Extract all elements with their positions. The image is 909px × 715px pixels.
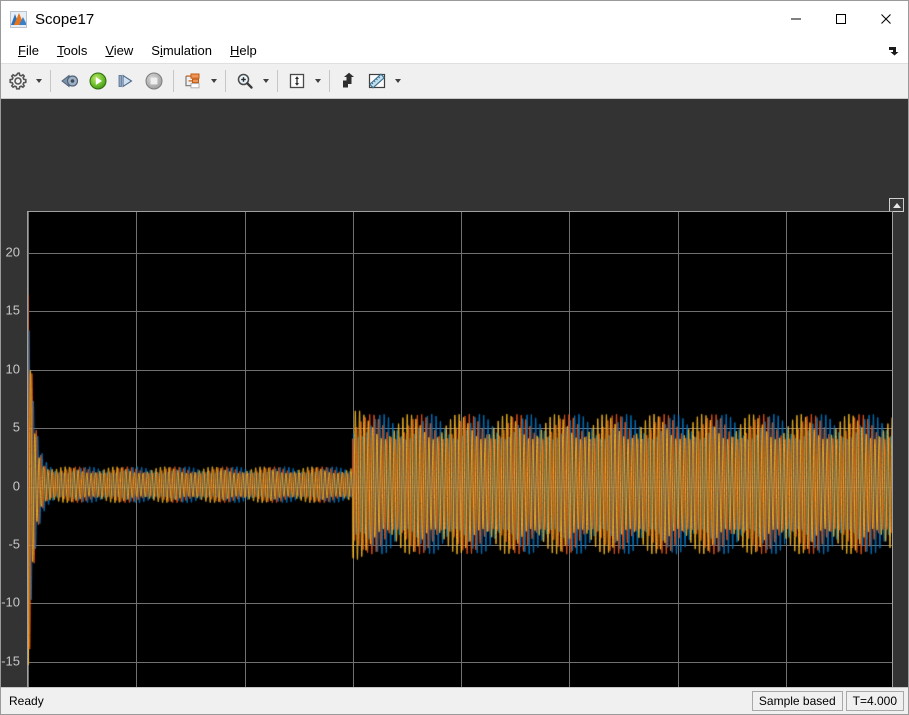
menu-help[interactable]: Help — [221, 40, 266, 61]
close-button[interactable] — [863, 1, 908, 37]
step-forward-icon — [118, 74, 133, 88]
toolbar-separator-4 — [277, 70, 278, 92]
y-tick-label: -15 — [1, 653, 20, 669]
toolbar-separator-5 — [329, 70, 330, 92]
measurements-dropdown[interactable] — [391, 67, 404, 95]
y-tick-label: 15 — [5, 302, 20, 318]
maximize-button[interactable] — [818, 1, 863, 37]
scope-plot-area[interactable]: 20151050-5-10-15-20 00.511.522.533.54 — [1, 99, 908, 687]
autoscale-button[interactable] — [283, 67, 311, 95]
play-icon — [89, 72, 107, 90]
toolbar-separator-1 — [50, 70, 51, 92]
ruler-icon — [368, 73, 386, 89]
status-message: Ready — [9, 694, 44, 708]
status-simulation-time: T=4.000 — [845, 691, 904, 711]
toolbar — [1, 64, 908, 99]
run-button[interactable] — [84, 67, 112, 95]
cursor-icon — [343, 72, 354, 88]
signal-selection-button[interactable] — [179, 67, 207, 95]
y-tick-label: 20 — [5, 244, 20, 260]
zoom-in-icon — [237, 73, 253, 89]
signal-selector-icon — [185, 73, 200, 89]
toolbar-separator-3 — [225, 70, 226, 92]
y-tick-label: -5 — [8, 536, 20, 552]
gear-icon — [9, 72, 27, 90]
undock-icon[interactable] — [884, 41, 902, 59]
rewind-icon — [61, 74, 79, 88]
autoscale-dropdown[interactable] — [311, 67, 324, 95]
signal-traces — [28, 212, 892, 687]
status-bar: Ready Sample based T=4.000 — [1, 687, 908, 714]
title-bar-left: Scope17 — [1, 10, 95, 28]
menu-tools[interactable]: Tools — [48, 40, 96, 61]
scope-window: Scope17 File Tools View Simulation Help — [0, 0, 909, 715]
minimize-button[interactable] — [773, 1, 818, 37]
status-sample-mode: Sample based — [751, 691, 843, 711]
plot-axes[interactable] — [27, 211, 893, 687]
y-tick-label: 10 — [5, 361, 20, 377]
menu-simulation[interactable]: Simulation — [142, 40, 221, 61]
window-title: Scope17 — [35, 10, 95, 28]
menu-file[interactable]: File — [9, 40, 48, 61]
title-bar: Scope17 — [1, 1, 908, 37]
window-controls — [773, 1, 908, 37]
zoom-dropdown[interactable] — [259, 67, 272, 95]
signal-selection-dropdown[interactable] — [207, 67, 220, 95]
configuration-properties-dropdown[interactable] — [32, 67, 45, 95]
step-forward-button[interactable] — [112, 67, 140, 95]
scroll-up-button[interactable] — [889, 198, 904, 212]
y-tick-label: 5 — [12, 419, 20, 435]
configuration-properties-button[interactable] — [4, 67, 32, 95]
menu-view[interactable]: View — [96, 40, 142, 61]
stop-button[interactable] — [140, 67, 168, 95]
plot-container: 20151050-5-10-15-20 00.511.522.533.54 — [1, 99, 908, 687]
y-tick-label: 0 — [12, 478, 20, 493]
stop-icon — [145, 72, 163, 90]
run-back-button[interactable] — [56, 67, 84, 95]
measurements-button[interactable] — [363, 67, 391, 95]
cursor-measurements-button[interactable] — [335, 67, 363, 95]
menu-bar: File Tools View Simulation Help — [1, 37, 908, 64]
zoom-button[interactable] — [231, 67, 259, 95]
y-tick-label: -10 — [1, 594, 20, 610]
toolbar-separator-2 — [173, 70, 174, 92]
autoscale-icon — [289, 73, 305, 89]
matlab-scope-icon — [10, 10, 27, 28]
